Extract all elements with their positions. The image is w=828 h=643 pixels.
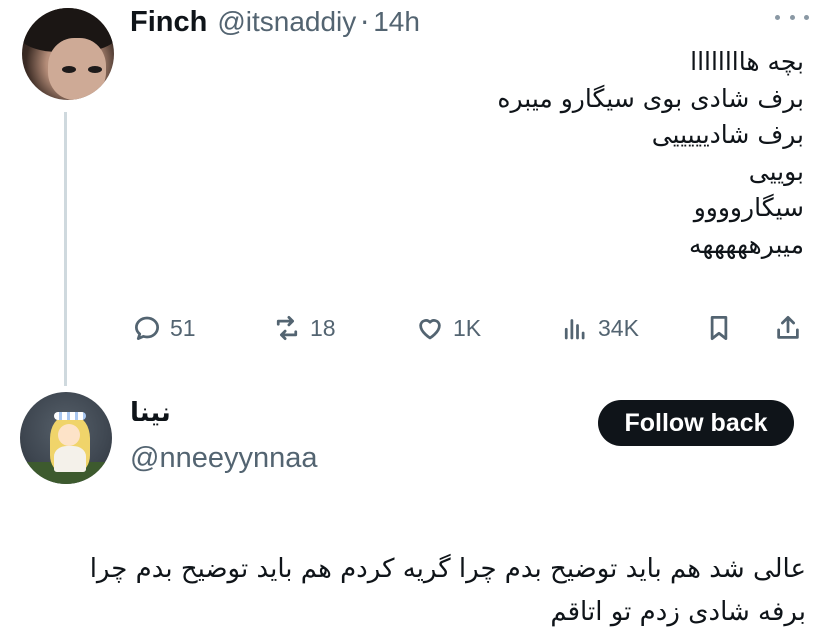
views-button[interactable]: 34K [560,308,639,348]
tweet-line: بوییی [748,156,804,186]
like-icon [419,319,441,340]
follow-back-button[interactable]: Follow back [598,400,794,446]
views-count: 34K [598,314,639,341]
profile-avatar[interactable] [20,392,112,484]
share-icon [777,316,799,339]
reply-icon [135,316,159,340]
tweet-line: برف شادیییییی [651,120,804,149]
tweet-line: برف شادی بوی سیگارو میبره [497,83,804,113]
separator-dot: · [360,5,370,39]
profile-name[interactable]: نینا [130,398,171,428]
like-count: 1K [453,314,482,341]
author-handle[interactable]: @itsnaddiy [217,6,356,38]
bookmark-icon [710,316,728,340]
tweet[interactable]: Finch @itsnaddiy · 14h بچه هاااااااا برف… [0,0,828,386]
tweet-actions: 51 18 1K 34K [0,308,828,348]
tweet-line: میبرهههههه [689,229,804,259]
profile-card: نینا @nneeyynnaa Follow back [0,390,828,500]
author-name[interactable]: Finch [130,6,207,39]
tweet-line: بچه هاااااااا [690,47,804,76]
repost-count: 18 [310,314,336,341]
tweet-timestamp[interactable]: 14h [373,6,420,38]
like-button[interactable]: 1K [415,308,481,348]
profile-bio: عالی شد هم باید توضیح بدم چرا گریه کردم … [89,554,806,627]
share-button[interactable] [773,308,803,348]
views-icon [564,319,585,340]
repost-button[interactable]: 18 [272,308,336,348]
profile-handle[interactable]: @nneeyynnaa [130,442,317,475]
tweet-line: سیگاروووو [693,193,804,222]
bookmark-button[interactable] [704,308,734,348]
tweet-header: Finch @itsnaddiy · 14h [130,4,420,40]
reply-button[interactable]: 51 [132,308,196,348]
more-icon[interactable] [775,10,809,24]
reply-count: 51 [170,314,196,341]
author-avatar[interactable] [22,8,114,100]
repost-icon [276,316,298,340]
tweet-text: بچه هاااااااا برف شادی بوی سیگارو میبره … [144,44,804,263]
